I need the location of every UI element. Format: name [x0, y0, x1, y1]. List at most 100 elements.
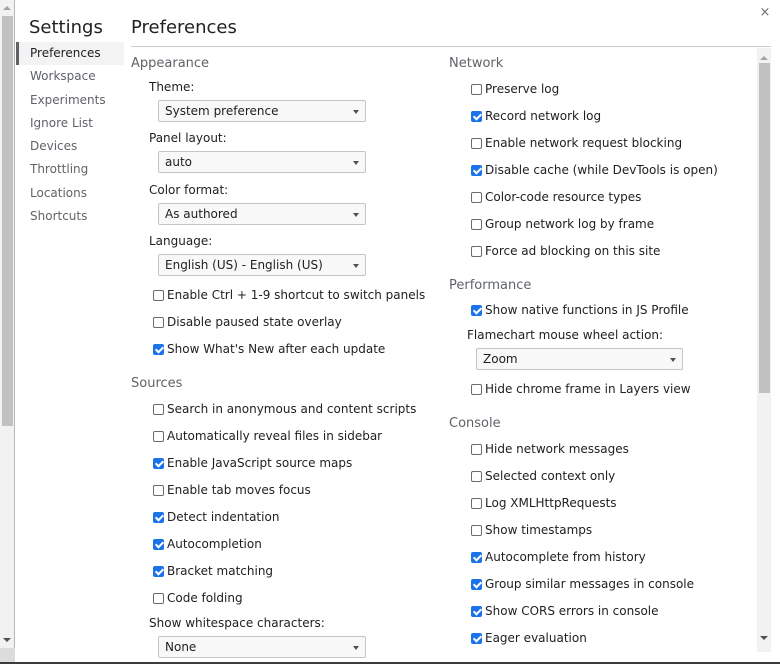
content-scrollbar[interactable] [757, 48, 771, 652]
checkbox-label: Group similar messages in console [485, 577, 694, 591]
checkbox-row-native-functions[interactable]: Show native functions in JS Profile [471, 302, 689, 318]
checkbox-row-tab-focus[interactable]: Enable tab moves focus [153, 482, 311, 498]
scrollbar-thumb[interactable] [759, 63, 770, 393]
checkbox-row-autocompletion[interactable]: Autocompletion [153, 536, 262, 552]
panel-layout-select-value: auto [165, 155, 193, 169]
color-format-select[interactable]: As authored [158, 203, 366, 225]
chevron-down-icon [353, 264, 359, 268]
chevron-down-icon [670, 358, 676, 362]
checkbox-row-selected-context[interactable]: Selected context only [471, 468, 615, 484]
checkbox[interactable] [471, 497, 482, 509]
checkbox-label: Autocompletion [167, 537, 262, 551]
checkbox-label: Force ad blocking on this site [485, 244, 661, 258]
color-format-label: Color format: [149, 183, 229, 197]
checkbox-row-detect-indentation[interactable]: Detect indentation [153, 509, 279, 525]
checkbox-row-request-blocking[interactable]: Enable network request blocking [471, 135, 682, 151]
checkbox-row-timestamps[interactable]: Show timestamps [471, 522, 592, 538]
checkbox-row-record-network-log[interactable]: Record network log [471, 108, 601, 124]
checkbox-label: Code folding [167, 591, 243, 605]
checkbox-row-bracket-matching[interactable]: Bracket matching [153, 563, 273, 579]
checkbox[interactable] [471, 191, 482, 203]
sidebar-item-ignore-list[interactable]: Ignore List [16, 112, 124, 135]
checkbox-label: Disable cache (while DevTools is open) [485, 163, 718, 177]
checkbox[interactable] [471, 605, 482, 617]
checkbox-label: Log XMLHttpRequests [485, 496, 617, 510]
checkbox-row-hide-chrome-frame[interactable]: Hide chrome frame in Layers view [471, 381, 691, 397]
checkbox[interactable] [471, 632, 482, 644]
checkbox-row-cors-errors[interactable]: Show CORS errors in console [471, 603, 659, 619]
checkbox-label: Hide chrome frame in Layers view [485, 382, 691, 396]
checkbox[interactable] [153, 565, 164, 577]
checkbox-label: Detect indentation [167, 510, 280, 524]
checkbox[interactable] [471, 443, 482, 455]
whitespace-select[interactable]: None [158, 636, 366, 658]
checkbox-row-whats-new[interactable]: Show What's New after each update [153, 341, 385, 357]
checkbox[interactable] [471, 137, 482, 149]
scroll-up-arrow-icon[interactable] [760, 56, 768, 60]
scroll-down-arrow-icon[interactable] [3, 638, 11, 642]
sidebar-item-throttling[interactable]: Throttling [16, 158, 124, 181]
scroll-up-arrow-icon[interactable] [3, 6, 11, 10]
checkbox-row-ctrl-shortcut[interactable]: Enable Ctrl + 1-9 shortcut to switch pan… [153, 287, 425, 303]
sidebar-item-shortcuts[interactable]: Shortcuts [16, 205, 124, 228]
checkbox-row-autocomplete-history[interactable]: Autocomplete from history [471, 549, 646, 565]
sidebar-item-workspace[interactable]: Workspace [16, 65, 124, 88]
checkbox-label: Search in anonymous and content scripts [167, 402, 417, 416]
language-select[interactable]: English (US) - English (US) [158, 254, 366, 276]
checkbox-row-search-anonymous[interactable]: Search in anonymous and content scripts [153, 401, 416, 417]
checkbox[interactable] [471, 245, 482, 257]
checkbox-label: Eager evaluation [485, 631, 587, 645]
checkbox-row-reveal-files[interactable]: Automatically reveal files in sidebar [153, 428, 382, 444]
whitespace-select-value: None [165, 640, 197, 654]
checkbox[interactable] [471, 551, 482, 563]
sidebar-item-locations[interactable]: Locations [16, 182, 124, 205]
checkbox[interactable] [471, 470, 482, 482]
outer-scrollbar[interactable] [0, 0, 15, 664]
checkbox-label: Enable JavaScript source maps [167, 456, 353, 470]
sidebar-item-experiments[interactable]: Experiments [16, 89, 124, 112]
checkbox[interactable] [471, 578, 482, 590]
checkbox[interactable] [153, 511, 164, 523]
checkbox[interactable] [153, 403, 164, 415]
scrollbar-thumb[interactable] [2, 16, 13, 426]
checkbox[interactable] [471, 164, 482, 176]
scroll-down-arrow-icon[interactable] [760, 636, 768, 640]
checkbox[interactable] [153, 484, 164, 496]
checkbox[interactable] [153, 430, 164, 442]
checkbox[interactable] [471, 524, 482, 536]
panel-layout-select[interactable]: auto [158, 151, 366, 173]
checkbox[interactable] [153, 538, 164, 550]
checkbox-row-hide-network-messages[interactable]: Hide network messages [471, 441, 629, 457]
checkbox[interactable] [153, 592, 164, 604]
checkbox-label: Show timestamps [485, 523, 593, 537]
checkbox-row-group-similar[interactable]: Group similar messages in console [471, 576, 694, 592]
checkbox-row-log-xhr[interactable]: Log XMLHttpRequests [471, 495, 617, 511]
close-icon[interactable]: × [759, 6, 771, 20]
checkbox-row-force-ad-blocking[interactable]: Force ad blocking on this site [471, 243, 660, 259]
checkbox-label: Group network log by frame [485, 217, 655, 231]
checkbox[interactable] [471, 304, 482, 316]
checkbox-label: Autocomplete from history [485, 550, 646, 564]
checkbox[interactable] [153, 457, 164, 469]
checkbox-label: Show CORS errors in console [485, 604, 659, 618]
checkbox-row-preserve-log[interactable]: Preserve log [471, 81, 559, 97]
checkbox-row-js-source-maps[interactable]: Enable JavaScript source maps [153, 455, 352, 471]
preferences-content: Appearance Theme: System preference Pane… [131, 47, 758, 662]
checkbox[interactable] [471, 83, 482, 95]
checkbox-row-color-code[interactable]: Color-code resource types [471, 189, 641, 205]
theme-select[interactable]: System preference [158, 100, 366, 122]
checkbox[interactable] [471, 218, 482, 230]
checkbox-row-disable-cache[interactable]: Disable cache (while DevTools is open) [471, 162, 718, 178]
sidebar-item-preferences[interactable]: Preferences [16, 42, 124, 66]
sidebar-item-devices[interactable]: Devices [16, 135, 124, 158]
checkbox-row-eager-evaluation[interactable]: Eager evaluation [471, 630, 587, 646]
checkbox[interactable] [471, 110, 482, 122]
checkbox[interactable] [153, 343, 164, 355]
checkbox-row-code-folding[interactable]: Code folding [153, 590, 243, 606]
checkbox[interactable] [153, 289, 164, 301]
checkbox-row-group-by-frame[interactable]: Group network log by frame [471, 216, 654, 232]
flamechart-select[interactable]: Zoom [476, 348, 683, 370]
checkbox-row-paused-overlay[interactable]: Disable paused state overlay [153, 314, 342, 330]
checkbox[interactable] [153, 316, 164, 328]
checkbox[interactable] [471, 383, 482, 395]
